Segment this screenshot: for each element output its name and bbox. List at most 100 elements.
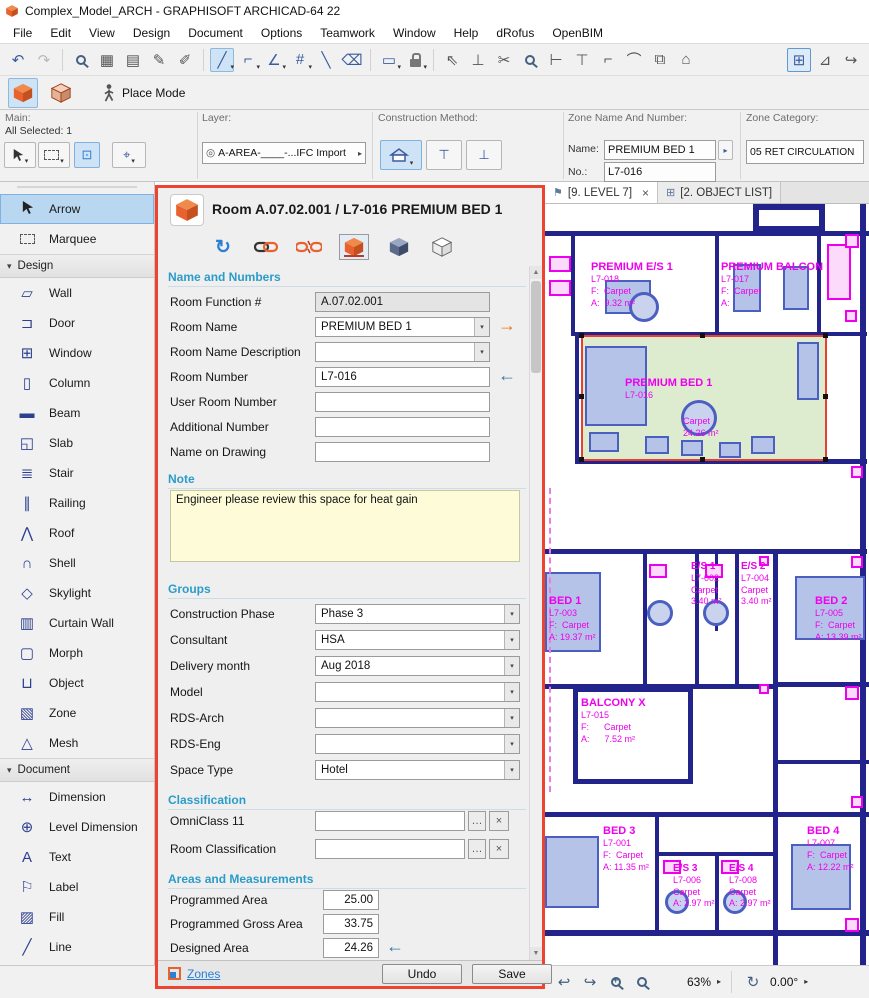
browse-button[interactable]: … [468, 811, 486, 831]
model-cube-icon[interactable] [386, 234, 412, 260]
tool-mesh[interactable]: △Mesh [0, 728, 154, 758]
clear-button[interactable]: × [489, 811, 509, 831]
zone-stamp-bed-2[interactable]: BED 2L7-005F: CarpetA: 13.39 m² [815, 594, 862, 643]
dropdown-caret-icon[interactable]: ▾ [504, 657, 519, 675]
find-select-icon[interactable] [69, 48, 93, 72]
eraser-icon[interactable]: ⌫ [340, 48, 364, 72]
reference-line-top-button[interactable]: ⊤ [426, 140, 462, 170]
construction-phase-dropdown[interactable]: Phase 3▾ [315, 604, 520, 624]
drofus-model-button[interactable] [46, 78, 76, 108]
cut-icon[interactable]: ✂ [492, 48, 516, 72]
tool-line[interactable]: ╱Line [0, 932, 154, 962]
brush-icon[interactable]: ⊿ [813, 48, 837, 72]
pen-set-icon[interactable]: ✐ [173, 48, 197, 72]
menu-item-view[interactable]: View [80, 23, 124, 43]
zone-stamp-bed-4[interactable]: BED 4L7-007F: CarpetA: 12.22 m² [807, 824, 854, 873]
designed-area-field[interactable]: 24.26 [323, 938, 379, 958]
rotation-angle[interactable]: 0.00° [770, 975, 798, 989]
tool-marquee[interactable]: Marquee [0, 224, 154, 254]
zone-stamp-premium-e-s-1[interactable]: PREMIUM E/S 1L7-018F: CarpetA: 9.32 m² [591, 260, 673, 309]
selection-handle[interactable] [823, 394, 828, 399]
zone-stamp-bed-1[interactable]: BED 1L7-003F: CarpetA: 19.37 m² [549, 594, 596, 643]
programmed-gross-area-field[interactable]: 33.75 [323, 914, 379, 934]
zoom-next-icon[interactable]: ↪ [579, 971, 601, 993]
dropdown-caret-icon[interactable]: ▾ [504, 605, 519, 623]
dropdown-caret-icon[interactable]: ▾ [504, 631, 519, 649]
zone-stamp-e-s-3[interactable]: E/S 3L7-006CarpetA: 2.97 m² [673, 862, 715, 910]
room-name-description-field[interactable]: ▾ [315, 342, 490, 362]
tool-arrow[interactable]: Arrow [0, 194, 154, 224]
tool-slab[interactable]: ◱Slab [0, 428, 154, 458]
pull-from-model-icon[interactable]: ← [386, 936, 404, 957]
home-icon[interactable]: ⌂ [674, 48, 698, 72]
menu-item-document[interactable]: Document [179, 23, 252, 43]
dropdown-caret-icon[interactable]: ▾ [504, 709, 519, 727]
menu-item-edit[interactable]: Edit [41, 23, 80, 43]
room-number-field[interactable]: L7-016 [315, 367, 490, 387]
construction-method-button[interactable]: ▾ [380, 140, 422, 170]
dropdown-caret-icon[interactable]: ▾ [504, 761, 519, 779]
toolbox-group-document[interactable]: ▾Document [0, 758, 154, 782]
tool-curtain-wall[interactable]: ▥Curtain Wall [0, 608, 154, 638]
programmed-area-field[interactable]: 25.00 [323, 890, 379, 910]
scroll-up-icon[interactable]: ▲ [530, 266, 542, 279]
dropdown-caret-icon[interactable]: ▾ [504, 683, 519, 701]
tool-beam[interactable]: ▬Beam [0, 398, 154, 428]
sync-icon[interactable]: ↻ [210, 234, 236, 260]
zone-stamp-carpet[interactable]: Carpet24.26 m² [683, 416, 719, 439]
pull-from-model-icon[interactable]: ← [498, 365, 516, 386]
angle-snap-icon[interactable]: ∠▾ [262, 48, 286, 72]
scrollbar-thumb[interactable] [531, 281, 541, 373]
zone-stamp-e-s-1[interactable]: E/S 1L7-002Carpet3.40 m² [691, 560, 722, 608]
zoom-area-icon[interactable] [518, 48, 542, 72]
zone-stamp-e-s-4[interactable]: E/S 4L7-008CarpetA: 2.97 m² [729, 862, 771, 910]
tool-wall[interactable]: ▱Wall [0, 278, 154, 308]
tool-label[interactable]: ⚐Label [0, 872, 154, 902]
consultant-dropdown[interactable]: HSA▾ [315, 630, 520, 650]
user-room-number-field[interactable] [315, 392, 490, 412]
zone-stamp-e-s-2[interactable]: E/S 2L7-004Carpet3.40 m² [741, 560, 772, 608]
zone-stamp-bed-3[interactable]: BED 3L7-001F: CarpetA: 11.35 m² [603, 824, 649, 873]
stretch-icon[interactable]: ⊢ [544, 48, 568, 72]
zone-stamp-balcony-x[interactable]: BALCONY XL7-015F: CarpetA: 7.52 m² [581, 696, 646, 745]
tool-railing[interactable]: ∥Railing [0, 488, 154, 518]
zoom-caret-icon[interactable]: ▸ [717, 977, 721, 986]
scroll-down-icon[interactable]: ▼ [530, 947, 542, 960]
corner-icon[interactable]: ⌐ [596, 48, 620, 72]
snap-grid-icon[interactable]: #▾ [288, 48, 312, 72]
push-to-drofus-icon[interactable]: → [498, 315, 516, 336]
dropdown-caret-icon[interactable]: ▾ [504, 735, 519, 753]
zone-number-input[interactable]: L7-016 [604, 162, 716, 182]
lock-icon[interactable]: ▾ [403, 48, 427, 72]
floor-plan-canvas[interactable]: PREMIUM E/S 1L7-018F: CarpetA: 9.32 m² PR… [545, 204, 869, 965]
tool-roof[interactable]: ⋀Roof [0, 518, 154, 548]
tool-zone[interactable]: ▧Zone [0, 698, 154, 728]
tool-stair[interactable]: ≣Stair [0, 458, 154, 488]
menu-item-file[interactable]: File [4, 23, 41, 43]
tab--2-object-list-[interactable]: ⊞[2. OBJECT LIST] [658, 182, 781, 203]
place-mode-control[interactable]: Place Mode [102, 83, 185, 103]
tab--9-level-7-[interactable]: ⚑[9. LEVEL 7]× [545, 182, 658, 203]
pickup-icon[interactable]: ⧉ [648, 48, 672, 72]
arrow-tool-button[interactable]: ▾ [4, 142, 36, 168]
browse-button[interactable]: … [468, 839, 486, 859]
redo-icon[interactable]: ↷ [32, 48, 56, 72]
room-classification-field[interactable] [315, 839, 465, 859]
selection-handle[interactable] [579, 333, 584, 338]
layer-field[interactable]: ◎ A-AREA-____-...IFC Import ▸ [202, 142, 366, 164]
tool-text[interactable]: AText [0, 842, 154, 872]
selection-handle[interactable] [823, 333, 828, 338]
tool-fill[interactable]: ▨Fill [0, 902, 154, 932]
selection-handle[interactable] [823, 457, 828, 462]
room-name-field[interactable]: PREMIUM BED 1▾ [315, 317, 490, 337]
selection-handle[interactable] [579, 457, 584, 462]
pickup-parameters-button[interactable]: ⌖▾ [112, 142, 146, 168]
menu-item-teamwork[interactable]: Teamwork [311, 23, 384, 43]
figure-icon[interactable]: ▤ [121, 48, 145, 72]
zone-stamp-premium-bed-1[interactable]: PREMIUM BED 1L7-016 [625, 376, 712, 402]
menu-item-design[interactable]: Design [124, 23, 179, 43]
menu-item-window[interactable]: Window [384, 23, 445, 43]
zone-name-input[interactable]: PREMIUM BED 1 [604, 140, 716, 160]
marquee-box-icon[interactable]: ▭▾ [377, 48, 401, 72]
drofus-cube-icon[interactable] [339, 234, 369, 260]
